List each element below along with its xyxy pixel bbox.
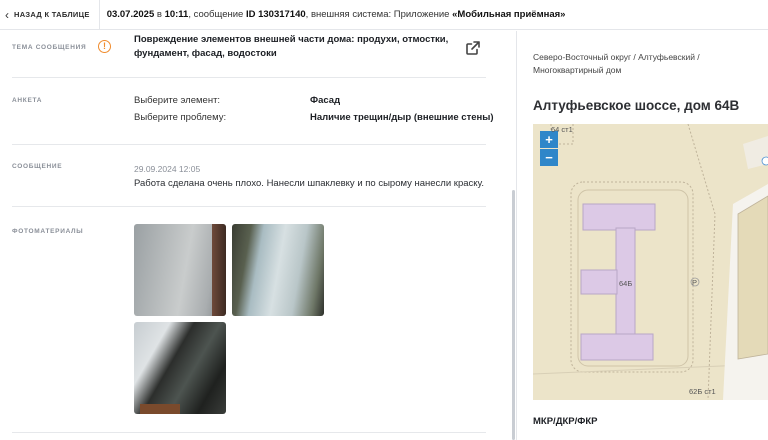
map-label-bottom: 62Б ст1 xyxy=(689,387,716,396)
chevron-left-icon: ‹ xyxy=(5,7,9,22)
photo-thumbnail[interactable] xyxy=(134,224,226,316)
map-canvas xyxy=(533,124,768,400)
header-system-name: «Мобильная приёмная» xyxy=(452,9,566,20)
form-value-problem: Наличие трещин/дыр (внешние стены) xyxy=(310,112,494,123)
map-label-building: 64Б xyxy=(619,279,633,288)
divider xyxy=(12,144,486,145)
address-title: Алтуфьевское шоссе, дом 64В xyxy=(533,98,740,113)
header-id: ID 130317140 xyxy=(245,9,306,20)
back-label: НАЗАД К ТАБЛИЦЕ xyxy=(14,10,90,19)
header-time: 10:11 xyxy=(164,9,189,20)
divider xyxy=(12,206,486,207)
form-value-element: Фасад xyxy=(310,95,341,106)
top-bar: ‹ НАЗАД К ТАБЛИЦЕ 03.07.2025 в 10:11, со… xyxy=(0,0,768,30)
topic-text: Повреждение элементов внешней части дома… xyxy=(134,34,449,59)
form-key-element: Выберите элемент: xyxy=(134,95,221,106)
photo-thumbnail[interactable] xyxy=(232,224,324,316)
message-date: 29.09.2024 12:05 xyxy=(134,164,201,174)
header-system-prefix: , внешняя система: Приложение xyxy=(305,9,450,20)
address-panel: Северо-Восточный округ / Алтуфьевский / … xyxy=(517,31,768,440)
photos-section-label: ФОТОМАТЕРИАЛЫ xyxy=(12,228,84,235)
message-details-panel: ТЕМА СООБЩЕНИЯ ! Повреждение элементов в… xyxy=(0,31,516,440)
repairs-section-title: МКР/ДКР/ФКР xyxy=(533,416,598,427)
divider xyxy=(12,77,486,78)
header-date: 03.07.2025 xyxy=(106,9,155,20)
district-breadcrumb: Северо-Восточный округ / Алтуфьевский / … xyxy=(533,52,700,75)
message-section-label: СООБЩЕНИЕ xyxy=(12,163,63,170)
message-header: 03.07.2025 в 10:11, сообщение ID 1303171… xyxy=(100,9,566,20)
header-time-prefix: в xyxy=(156,9,162,20)
form-key-problem: Выберите проблему: xyxy=(134,112,227,123)
warning-icon: ! xyxy=(98,40,111,53)
external-link-icon[interactable] xyxy=(465,40,481,56)
form-section-label: АНКЕТА xyxy=(12,97,43,104)
map-label-top: 64 ст1 xyxy=(551,125,573,134)
divider xyxy=(12,432,486,433)
message-text: Работа сделана очень плохо. Нанесли шпак… xyxy=(134,178,484,189)
scrollbar[interactable] xyxy=(512,190,515,440)
map-label-poi: Р xyxy=(692,278,698,287)
topic-section-label: ТЕМА СООБЩЕНИЯ xyxy=(12,44,87,51)
map[interactable]: + − 64 ст1 64Б 62Б ст1 Р xyxy=(533,124,768,400)
header-message-prefix: , сообщение xyxy=(188,9,244,20)
photo-thumbnail[interactable] xyxy=(134,322,226,414)
back-to-table-button[interactable]: ‹ НАЗАД К ТАБЛИЦЕ xyxy=(0,0,100,29)
zoom-out-button[interactable]: − xyxy=(540,149,558,166)
